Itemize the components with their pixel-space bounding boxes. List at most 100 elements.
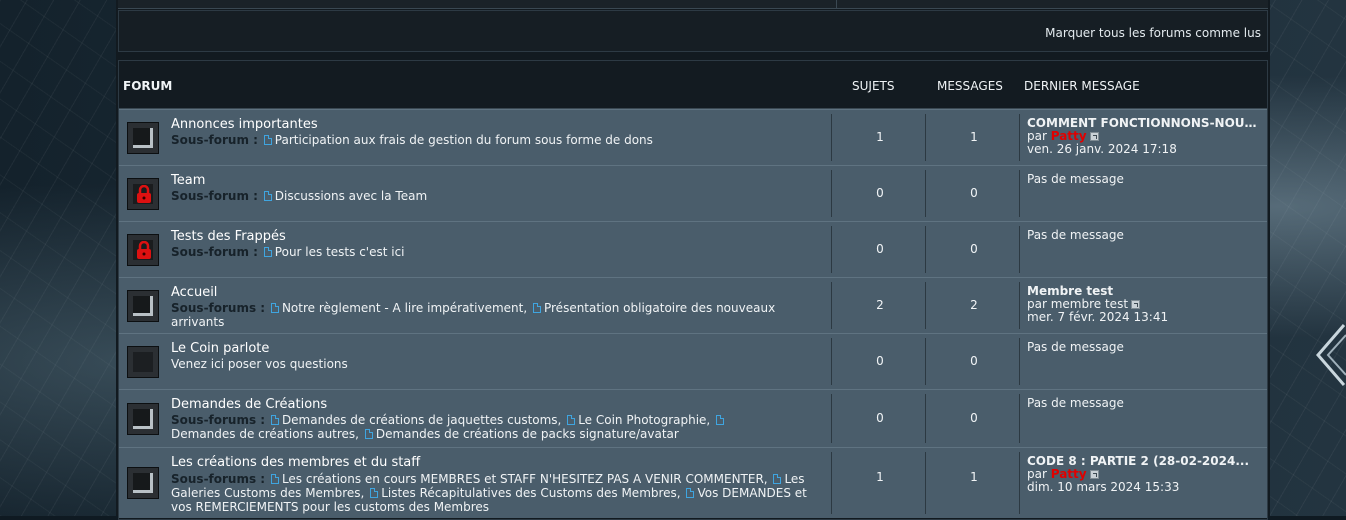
subforum-label: Sous-forum : [171,133,258,147]
forum-title[interactable]: Tests des Frappés [171,229,286,244]
messages-count: 0 [970,242,978,256]
last-post-by: par [1027,297,1047,311]
subforum-label: Sous-forums : [171,413,266,427]
no-message-text: Pas de message [1027,228,1124,242]
column-last-message: DERNIER MESSAGE [1024,79,1140,93]
forum-title[interactable]: Accueil [171,285,217,300]
subforum-icon [773,474,782,484]
forum-title[interactable]: Team [171,173,205,188]
subforum-list: Sous-forums : Les créations en cours MEM… [171,472,811,514]
subforum-icon [567,415,576,425]
last-post-by: par [1027,129,1047,143]
subforum-link[interactable]: Notre règlement - A lire impérativement, [282,301,527,315]
last-post: Pas de message [1027,173,1262,186]
forum-read-icon [127,467,159,499]
subforum-link[interactable]: Le Coin Photographie, [578,413,710,427]
last-post: Pas de message [1027,341,1262,354]
action-bar: Marquer tous les forums comme lus [118,10,1268,52]
forum-row: Accueil Sous-forums : Notre règlement - … [119,277,1267,333]
subforum-link[interactable]: Demandes de créations de jaquettes custo… [282,413,561,427]
last-post: CODE 8 : PARTIE 2 (28-02-2024... par Pat… [1027,455,1262,494]
forum-container: Marquer tous les forums comme lus FORUM … [116,0,1270,520]
topics-count: 0 [876,186,884,200]
topics-count: 0 [876,411,884,425]
topics-count: 1 [876,470,884,484]
subforum-icon [716,415,725,425]
subforum-link[interactable]: Demandes de créations autres, [171,427,359,441]
last-post: Pas de message [1027,397,1262,410]
forum-empty-icon [127,346,159,378]
goto-post-icon[interactable] [1089,132,1099,141]
messages-count: 2 [970,298,978,312]
chevron-left-decoration [1316,324,1346,386]
goto-post-icon[interactable] [1131,300,1141,309]
subforum-link[interactable]: Listes Récapitulatives des Customs des M… [381,486,680,500]
subforum-list: Sous-forum : Participation aux frais de … [171,133,811,147]
subforum-label: Sous-forums : [171,472,266,486]
subforum-link[interactable]: Les créations en cours MEMBRES et STAFF … [282,472,768,486]
subforum-icon [370,488,379,498]
subforum-label: Sous-forums : [171,301,266,315]
subforum-label: Sous-forum : [171,189,258,203]
subforum-icon [263,191,272,201]
last-post: Pas de message [1027,229,1262,242]
forum-row: Team Sous-forum : Discussions avec la Te… [119,165,1267,221]
subforum-list: Sous-forums : Demandes de créations de j… [171,413,791,441]
last-post-user[interactable]: membre test [1051,297,1128,311]
subforum-icon [270,474,279,484]
subforum-list: Sous-forum : Discussions avec la Team [171,189,811,203]
subforum-icon [270,415,279,425]
subforum-link[interactable]: Participation aux frais de gestion du fo… [275,133,653,147]
subforum-list: Sous-forum : Pour les tests c'est ici [171,245,811,259]
messages-count: 0 [970,354,978,368]
forum-row: Les créations des membres et du staff So… [119,447,1267,518]
topics-count: 2 [876,298,884,312]
forum-title[interactable]: Les créations des membres et du staff [171,455,420,470]
subforum-link[interactable]: Demandes de créations de packs signature… [376,427,679,441]
forum-description: Venez ici poser vos questions [171,357,348,371]
forum-title[interactable]: Demandes de Créations [171,397,327,412]
messages-count: 1 [970,130,978,144]
goto-post-icon[interactable] [1089,470,1099,479]
topics-count: 0 [876,242,884,256]
subforum-list: Sous-forums : Notre règlement - A lire i… [171,301,811,329]
subforum-link[interactable]: Discussions avec la Team [275,189,427,203]
forum-read-icon [127,122,159,154]
messages-count: 0 [970,186,978,200]
mark-all-read-link[interactable]: Marquer tous les forums comme lus [1045,26,1261,40]
last-post: Membre test par membre test mer. 7 févr.… [1027,285,1262,324]
locked-icon [127,234,159,266]
messages-count: 0 [970,411,978,425]
forum-row: Demandes de Créations Sous-forums : Dema… [119,389,1267,447]
forum-title[interactable]: Annonces importantes [171,117,318,132]
messages-count: 1 [970,470,978,484]
forum-read-icon [127,290,159,322]
subforum-icon [263,247,272,257]
column-forum: FORUM [123,79,173,93]
forum-read-icon [127,403,159,435]
column-topics: SUJETS [852,79,895,93]
top-bar [118,0,1268,9]
last-post-date: dim. 10 mars 2024 15:33 [1027,480,1180,494]
forum-list-header: FORUM SUJETS MESSAGES DERNIER MESSAGE [119,61,1267,109]
last-post: COMMENT FONCTIONNONS-NOUS ? par Patty ve… [1027,117,1262,156]
forum-row: Annonces importantes Sous-forum : Partic… [119,109,1267,165]
forum-title[interactable]: Le Coin parlote [171,341,269,356]
subforum-label: Sous-forum : [171,245,258,259]
forum-row: Tests des Frappés Sous-forum : Pour les … [119,221,1267,277]
last-post-date: mer. 7 févr. 2024 13:41 [1027,310,1169,324]
subforum-link[interactable]: Pour les tests c'est ici [275,245,405,259]
locked-icon [127,178,159,210]
last-post-by: par [1027,467,1047,481]
no-message-text: Pas de message [1027,172,1124,186]
forum-list: FORUM SUJETS MESSAGES DERNIER MESSAGE An… [118,60,1268,520]
subforum-icon [686,488,695,498]
subforum-icon [270,303,279,313]
no-message-text: Pas de message [1027,340,1124,354]
last-post-user[interactable]: Patty [1051,129,1087,143]
last-post-date: ven. 26 janv. 2024 17:18 [1027,142,1177,156]
subforum-icon [364,429,373,439]
forum-row: Le Coin parlote Venez ici poser vos ques… [119,333,1267,389]
no-message-text: Pas de message [1027,396,1124,410]
last-post-user[interactable]: Patty [1051,467,1087,481]
